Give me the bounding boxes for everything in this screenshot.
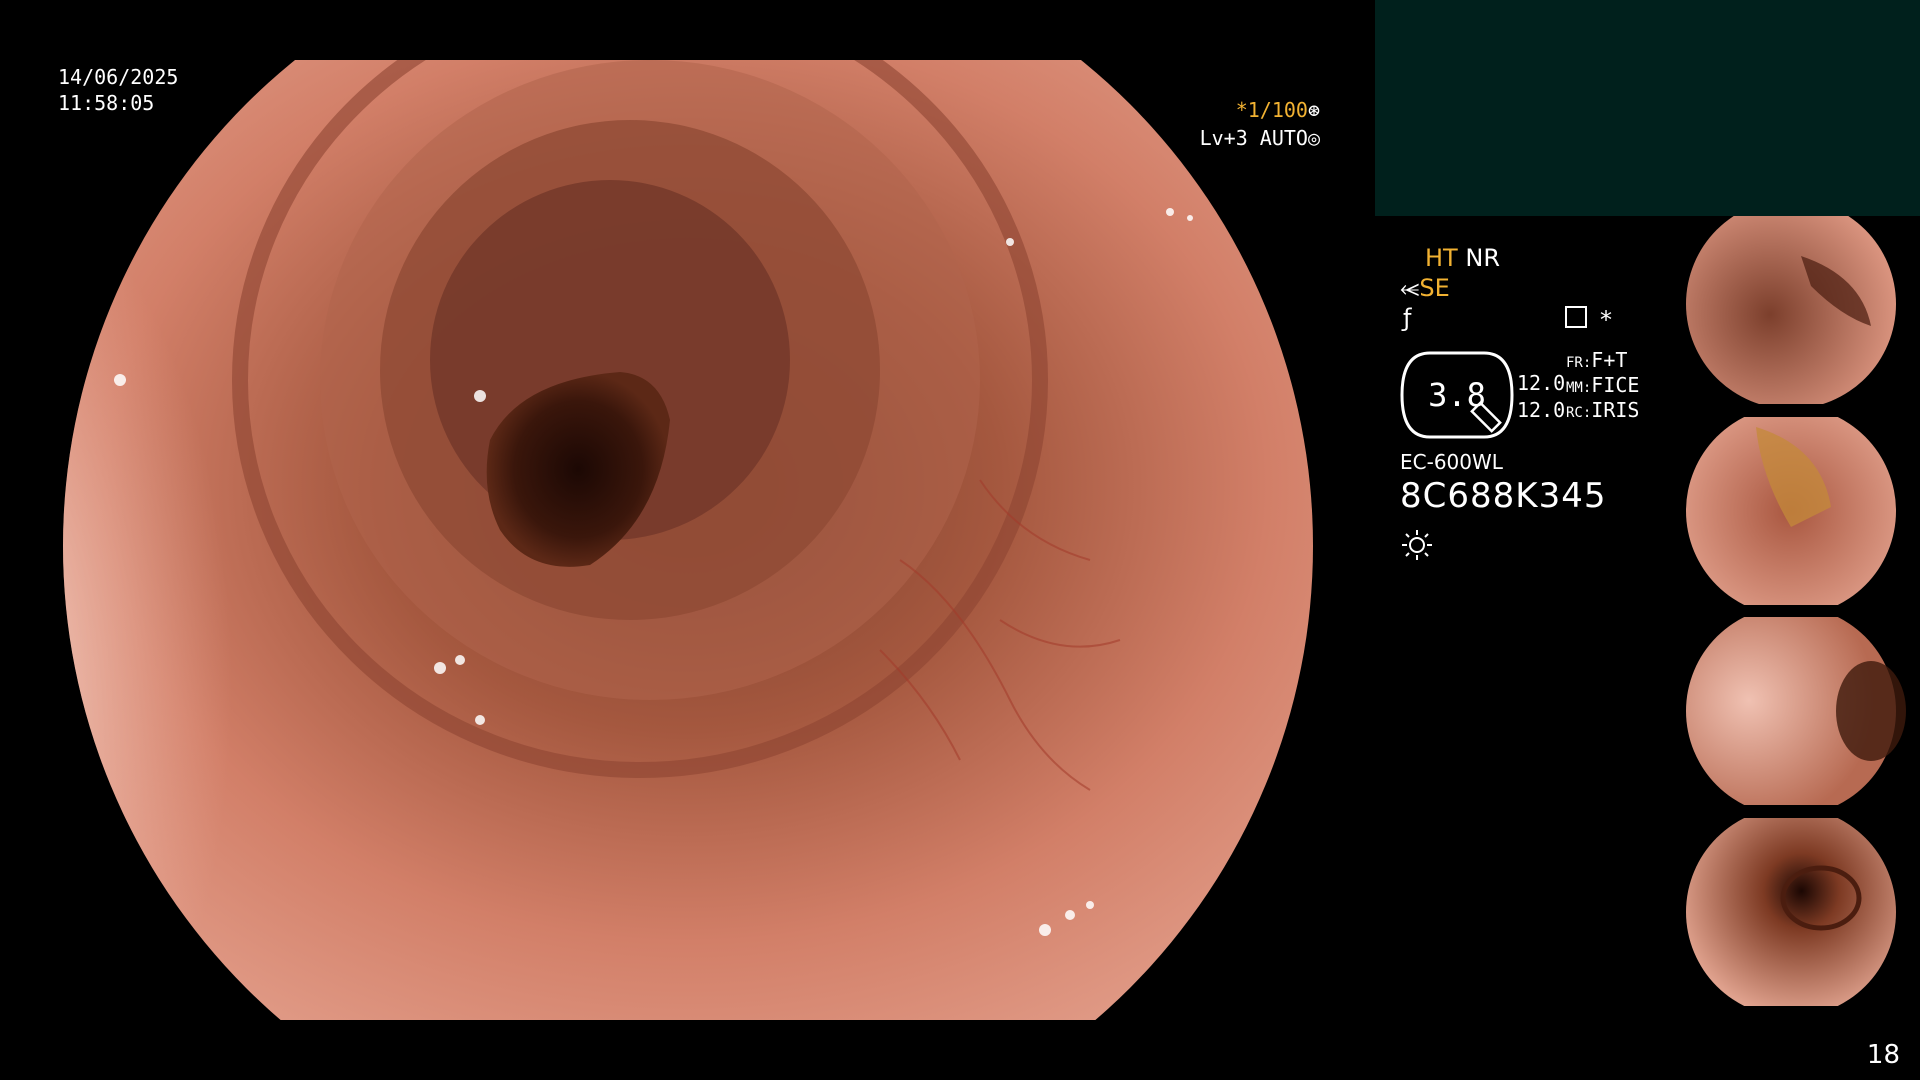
thumbnail-3[interactable] — [1671, 617, 1920, 805]
thumbnail-1[interactable] — [1671, 216, 1920, 404]
histogram-icon — [1565, 306, 1587, 328]
mm-row: MM:FICE — [1566, 373, 1639, 397]
rc-value: IRIS — [1591, 398, 1640, 422]
level-value: Lv+3 AUTO — [1199, 126, 1308, 150]
se-row: ⥷SE — [1400, 274, 1450, 302]
nr-label: NR — [1465, 244, 1500, 272]
fr-value: F+T — [1591, 348, 1628, 372]
thumbnail-2[interactable] — [1671, 417, 1920, 605]
serial-number: 8C688K345 — [1400, 476, 1607, 516]
thumbnail-4[interactable] — [1671, 818, 1920, 1006]
value-1: 12.0 — [1517, 371, 1566, 395]
rc-label: RC: — [1566, 405, 1592, 421]
value-2: 12.0 — [1517, 398, 1566, 422]
iris-icon: ◎ — [1307, 126, 1320, 150]
shutter-value: *1/100 — [1235, 98, 1308, 122]
asterisk-icon: * — [1600, 306, 1612, 334]
fr-label: FR: — [1566, 355, 1592, 371]
aperture-icon: ⊛ — [1307, 98, 1320, 122]
date-time: 14/06/2025 11:58:05 — [58, 64, 178, 116]
page-number: 18 — [1866, 1040, 1900, 1070]
time-text: 11:58:05 — [58, 91, 155, 115]
dial-value: 3.8 — [1428, 376, 1486, 414]
shutter-readout: *1/100⊛ — [1195, 98, 1320, 122]
mm-value: FICE — [1591, 373, 1640, 397]
f-icon: ƒ — [1403, 304, 1412, 332]
fr-row: FR:F+T — [1566, 348, 1627, 372]
mm-label: MM: — [1566, 380, 1592, 396]
scope-model: EC-600WL — [1400, 450, 1503, 474]
date-text: 14/06/2025 — [58, 65, 179, 89]
se-icon: ⥷ — [1400, 274, 1420, 302]
rc-row: RC:IRIS — [1566, 398, 1639, 422]
ht-label: HT — [1425, 244, 1458, 272]
ht-nr-label: HT NR — [1425, 244, 1500, 272]
level-readout: Lv+3 AUTO◎ — [1188, 126, 1320, 150]
info-panel-top — [1375, 0, 1920, 216]
se-label: SE — [1419, 274, 1450, 302]
sun-icon — [1402, 530, 1432, 560]
endoscopy-image — [63, 60, 1313, 1020]
